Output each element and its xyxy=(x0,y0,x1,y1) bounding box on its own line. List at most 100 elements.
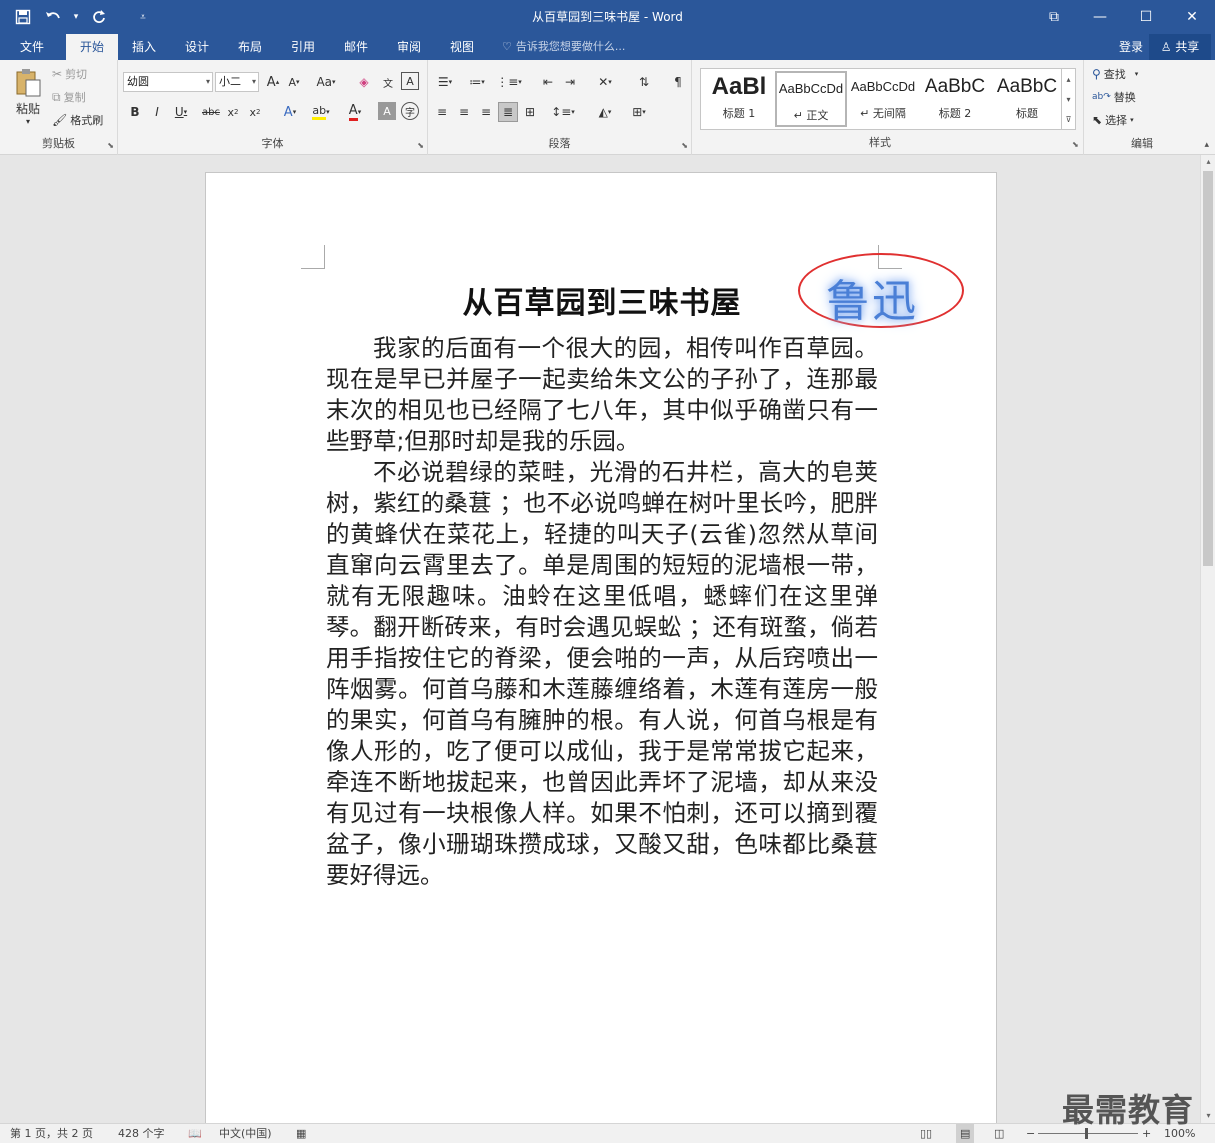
more-styles-icon[interactable]: ⊽ xyxy=(1066,115,1072,124)
sort-icon[interactable]: ⇅ xyxy=(634,72,654,92)
superscript-icon[interactable]: x2 xyxy=(246,102,264,122)
zoom-out-icon[interactable]: − xyxy=(1026,1124,1035,1143)
vertical-scrollbar[interactable]: ▴ ▾ xyxy=(1200,155,1215,1123)
style-no-spacing[interactable]: AaBbCcDd ↵ 无间隔 xyxy=(847,71,919,127)
editing-group-label: 编辑 xyxy=(1131,137,1153,150)
editing-group: ⚲ 查找 ▾ ab↷ 替换 ⬉ 选择 ▾ 编辑 xyxy=(1084,60,1200,155)
styles-dialog-launcher-icon[interactable]: ⬊ xyxy=(1072,140,1079,149)
font-name-combo[interactable]: 幼圆 ▾ xyxy=(123,72,213,92)
save-icon[interactable] xyxy=(10,4,36,30)
style-name: ↵ 无间隔 xyxy=(860,107,906,120)
scroll-down-icon[interactable]: ▾ xyxy=(1066,95,1070,104)
justify-icon[interactable]: ≣ xyxy=(498,102,518,122)
scissors-icon: ✂ xyxy=(52,67,63,81)
style-normal[interactable]: AaBbCcDd ↵ 正文 xyxy=(775,71,847,127)
multilevel-list-icon[interactable]: ⋮≡ ▾ xyxy=(496,72,522,92)
style-name: 标题 1 xyxy=(722,107,756,120)
tab-file[interactable]: 文件 xyxy=(8,34,56,60)
ribbon-display-options-icon[interactable]: ⧉ xyxy=(1031,0,1077,34)
macro-record-icon[interactable]: ▦ xyxy=(296,1124,306,1143)
copy-button[interactable]: ⧉ 复制 xyxy=(52,89,86,105)
font-dialog-launcher-icon[interactable]: ⬊ xyxy=(417,141,424,150)
change-case-icon[interactable]: Aa ▾ xyxy=(312,72,340,92)
scroll-up-icon[interactable]: ▴ xyxy=(1201,155,1215,169)
character-shading-icon[interactable]: A xyxy=(378,102,396,120)
tab-references[interactable]: 引用 xyxy=(279,34,327,60)
tab-review[interactable]: 审阅 xyxy=(385,34,433,60)
font-size-combo[interactable]: 小二 ▾ xyxy=(215,72,259,92)
web-layout-icon[interactable]: ◫ xyxy=(994,1124,1004,1143)
paragraph-dialog-launcher-icon[interactable]: ⬊ xyxy=(681,141,688,150)
cut-button[interactable]: ✂ 剪切 xyxy=(52,66,87,82)
undo-dropdown-icon[interactable]: ▾ xyxy=(70,4,82,30)
tab-view[interactable]: 视图 xyxy=(438,34,486,60)
tab-layout[interactable]: 布局 xyxy=(226,34,274,60)
styles-gallery-scroll[interactable]: ▴ ▾ ⊽ xyxy=(1061,69,1075,129)
text-effects-icon[interactable]: A ▾ xyxy=(278,102,302,122)
maximize-icon[interactable]: ☐ xyxy=(1123,0,1169,34)
align-left-icon[interactable]: ≡ xyxy=(432,102,452,122)
zoom-slider-track[interactable] xyxy=(1038,1133,1138,1134)
sign-in-link[interactable]: 登录 xyxy=(1119,34,1143,60)
tab-design[interactable]: 设计 xyxy=(173,34,221,60)
redo-icon[interactable] xyxy=(86,4,112,30)
chevron-down-icon: ▾ xyxy=(251,77,256,86)
clear-formatting-icon[interactable]: ◈ xyxy=(354,72,374,92)
style-title[interactable]: AaBbC 标题 xyxy=(991,71,1063,127)
find-button[interactable]: ⚲ 查找 ▾ xyxy=(1092,66,1138,82)
font-color-icon[interactable]: A ▾ xyxy=(342,102,368,122)
shading-icon[interactable]: ◭ ▾ xyxy=(592,102,618,122)
style-heading-2[interactable]: AaBbC 标题 2 xyxy=(919,71,991,127)
align-right-icon[interactable]: ≡ xyxy=(476,102,496,122)
style-preview: AaBbC xyxy=(924,76,986,97)
increase-indent-icon[interactable]: ⇥ xyxy=(560,72,580,92)
distributed-icon[interactable]: ⊞ xyxy=(520,102,540,122)
scrollbar-thumb[interactable] xyxy=(1203,171,1213,566)
print-layout-icon[interactable]: ▤ xyxy=(956,1124,975,1143)
minimize-icon[interactable]: — xyxy=(1077,0,1123,34)
select-button[interactable]: ⬉ 选择 ▾ xyxy=(1092,112,1134,128)
style-heading-1[interactable]: AaBl 标题 1 xyxy=(703,71,775,127)
tab-insert[interactable]: 插入 xyxy=(120,34,168,60)
enclose-characters-icon[interactable]: 字 xyxy=(401,102,419,120)
document-page[interactable]: 从百草园到三味书屋 鲁迅 我家的后面有一个很大的园，相传叫作百草园。现在是早已并… xyxy=(205,172,997,1123)
grow-font-icon[interactable]: A ▴ xyxy=(264,72,282,92)
customize-qat-icon[interactable]: ⩡ xyxy=(130,4,156,30)
language-indicator[interactable]: 中文(中国) xyxy=(219,1124,272,1143)
phonetic-guide-icon[interactable]: 文 xyxy=(378,72,398,92)
italic-icon[interactable]: I xyxy=(148,102,166,122)
scroll-down-icon[interactable]: ▾ xyxy=(1201,1109,1215,1123)
tab-mailings[interactable]: 邮件 xyxy=(332,34,380,60)
clipboard-dialog-launcher-icon[interactable]: ⬊ xyxy=(107,141,114,150)
format-painter-button[interactable]: 🖌 格式刷 xyxy=(52,112,103,128)
undo-icon[interactable] xyxy=(40,4,66,30)
paste-button[interactable]: 粘贴 ▾ xyxy=(8,66,48,128)
line-spacing-icon[interactable]: ↕≡ ▾ xyxy=(550,102,576,122)
highlight-color-icon[interactable]: ab ▾ xyxy=(308,102,334,122)
ribbon: 粘贴 ▾ ✂ 剪切 ⧉ 复制 🖌 格式刷 剪贴板 ⬊ 幼圆 ▾ 小二 ▾ A ▴ … xyxy=(0,60,1215,155)
read-mode-icon[interactable]: ▯▯ xyxy=(920,1124,932,1143)
borders-icon[interactable]: ⊞ ▾ xyxy=(626,102,652,122)
share-button[interactable]: ♙ 共享 xyxy=(1149,34,1211,60)
numbering-icon[interactable]: ≔ ▾ xyxy=(464,72,490,92)
bold-icon[interactable]: B xyxy=(126,102,144,122)
shrink-font-icon[interactable]: A ▾ xyxy=(285,72,303,92)
collapse-ribbon-icon[interactable]: ▴ xyxy=(1204,140,1209,150)
subscript-icon[interactable]: x2 xyxy=(224,102,242,122)
page-count[interactable]: 第 1 页，共 2 页 xyxy=(10,1124,93,1143)
proofing-icon[interactable]: 📖 xyxy=(188,1124,202,1143)
character-border-icon[interactable]: A xyxy=(401,72,419,90)
strikethrough-icon[interactable]: abc xyxy=(200,102,222,122)
chinese-layout-icon[interactable]: ✕ ▾ xyxy=(592,72,618,92)
bullets-icon[interactable]: ☰ ▾ xyxy=(432,72,458,92)
replace-button[interactable]: ab↷ 替换 xyxy=(1092,89,1136,105)
align-center-icon[interactable]: ≡ xyxy=(454,102,474,122)
word-count[interactable]: 428 个字 xyxy=(118,1124,165,1143)
close-icon[interactable]: ✕ xyxy=(1169,0,1215,34)
underline-icon[interactable]: U ▾ xyxy=(170,102,192,122)
tab-home[interactable]: 开始 xyxy=(66,34,118,60)
show-formatting-icon[interactable]: ¶ xyxy=(668,72,688,92)
tell-me-box[interactable]: ♡ 告诉我您想要做什么... xyxy=(502,34,625,60)
decrease-indent-icon[interactable]: ⇤ xyxy=(538,72,558,92)
scroll-up-icon[interactable]: ▴ xyxy=(1066,75,1070,84)
